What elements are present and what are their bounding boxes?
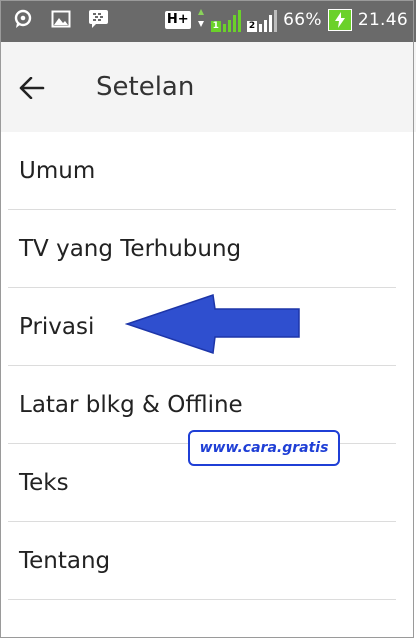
- chat-bubble-icon: [12, 8, 34, 30]
- sim1-signal: 1: [210, 8, 241, 32]
- sim2-signal: 2: [246, 8, 278, 32]
- image-icon: [50, 8, 72, 30]
- settings-list: Umum TV yang Terhubung Privasi Latar blk…: [0, 132, 416, 600]
- sim2-label: 2: [246, 21, 258, 32]
- watermark: www.cara.gratis: [188, 430, 340, 466]
- arrow-back-icon: [19, 77, 45, 99]
- battery-charging-icon: [327, 9, 352, 31]
- network-type-badge: H+: [164, 11, 191, 29]
- back-button[interactable]: [14, 70, 50, 106]
- annotation-arrow-icon: [125, 294, 300, 355]
- settings-item-tv-terhubung[interactable]: TV yang Terhubung: [0, 210, 416, 288]
- signal-bars-icon: [222, 8, 241, 32]
- settings-item-tentang[interactable]: Tentang: [0, 522, 416, 600]
- signal-bars-icon: [259, 8, 278, 32]
- app-bar: Setelan: [0, 42, 416, 132]
- sim1-label: 1: [210, 21, 221, 32]
- settings-item-umum[interactable]: Umum: [0, 132, 416, 210]
- status-bar: H+ 1 2 66% 21.46: [0, 0, 416, 42]
- battery-percent: 66%: [283, 10, 322, 30]
- page-title: Setelan: [96, 72, 195, 102]
- data-activity-icon: [197, 7, 205, 33]
- clock: 21.46: [357, 10, 408, 30]
- bbm-icon: [88, 8, 110, 30]
